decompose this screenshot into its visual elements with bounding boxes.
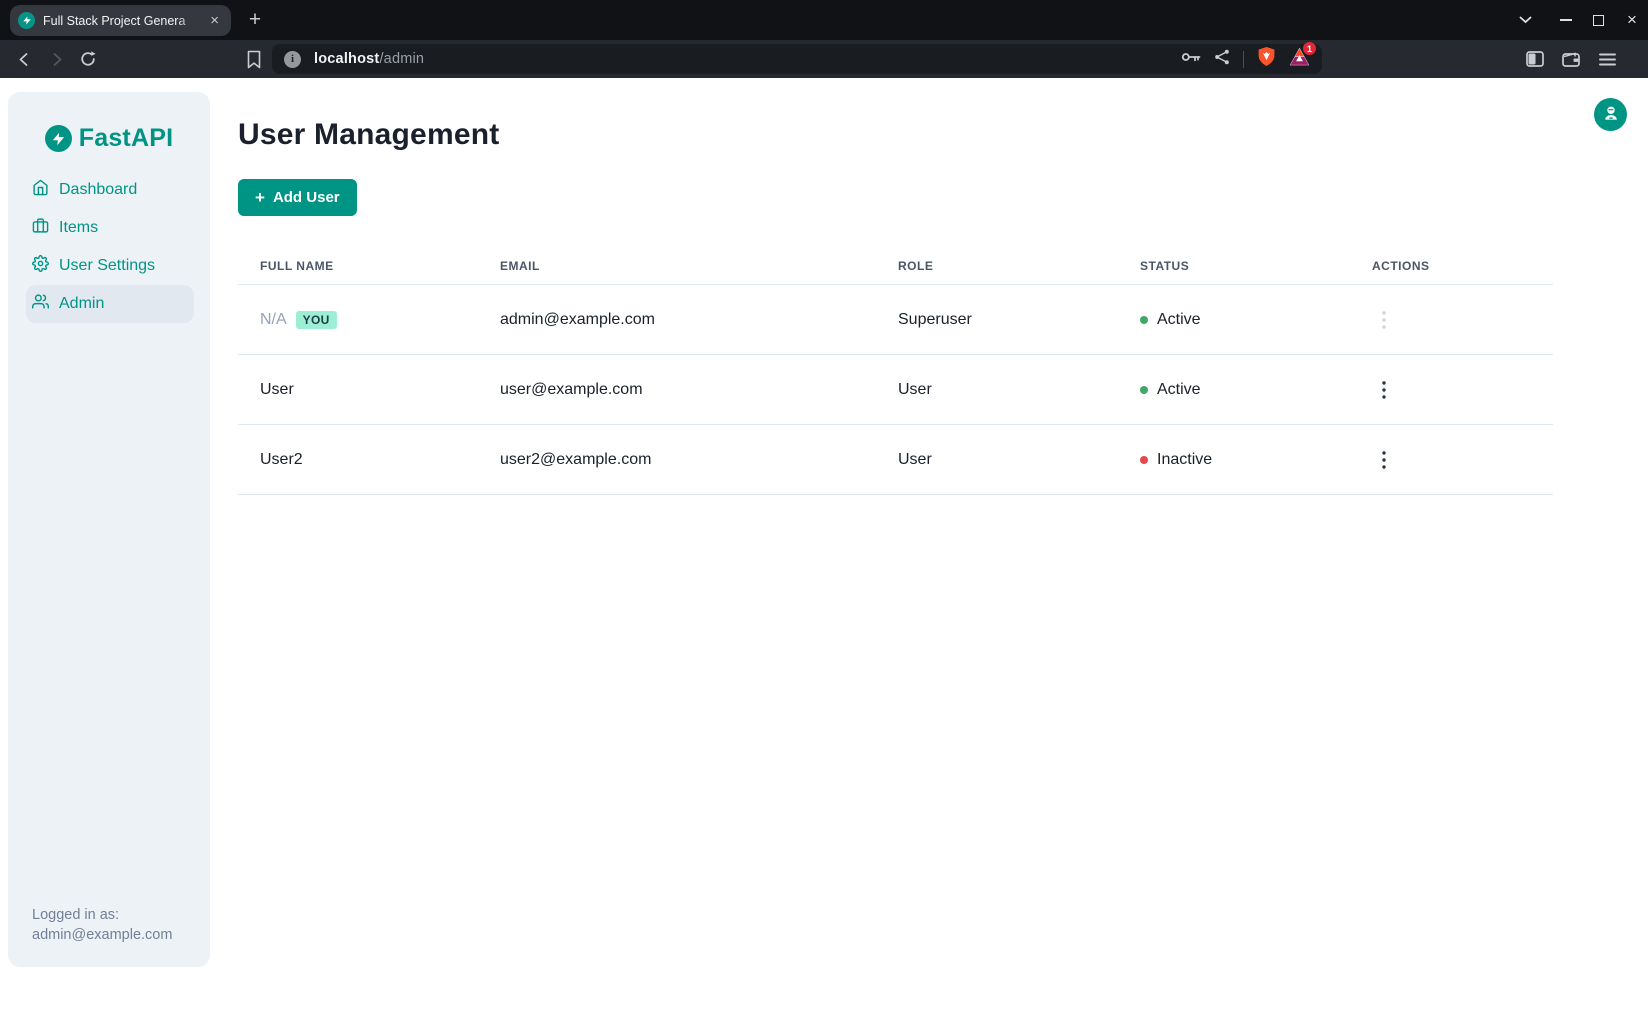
sidebar-toggle-icon[interactable] xyxy=(1522,46,1548,72)
zap-icon xyxy=(45,125,72,152)
reload-button[interactable] xyxy=(74,45,102,73)
briefcase-icon xyxy=(32,217,49,239)
users-icon xyxy=(32,293,49,315)
new-tab-button[interactable]: + xyxy=(243,8,267,32)
site-info-icon[interactable]: i xyxy=(284,51,301,68)
status-cell: Inactive xyxy=(1118,451,1350,469)
wallet-icon[interactable] xyxy=(1558,46,1584,72)
password-key-icon[interactable] xyxy=(1181,50,1201,68)
forward-button[interactable] xyxy=(42,45,70,73)
email-cell: user2@example.com xyxy=(478,451,876,469)
column-header-status: STATUS xyxy=(1118,259,1350,273)
role-cell: User xyxy=(876,451,1118,469)
status-dot xyxy=(1140,456,1148,464)
row-actions-kebab-icon[interactable] xyxy=(1372,446,1396,474)
user-menu-button[interactable] xyxy=(1594,98,1627,131)
sidebar-item-items[interactable]: Items xyxy=(26,209,194,247)
logo-text: FastAPI xyxy=(79,124,173,153)
urlbar-separator xyxy=(1243,51,1244,68)
role-cell: Superuser xyxy=(876,311,1118,329)
tab-title: Full Stack Project Genera xyxy=(43,14,206,28)
add-user-button[interactable]: + Add User xyxy=(238,179,357,216)
gear-icon xyxy=(32,255,49,277)
full-name-value: N/A xyxy=(260,311,287,329)
column-header-email: EMAIL xyxy=(478,259,876,273)
app-sidebar: FastAPI Dashboard Items User Settings xyxy=(8,92,210,967)
url-path: /admin xyxy=(379,51,424,67)
home-icon xyxy=(32,179,49,201)
page-title: User Management xyxy=(238,118,1648,152)
user-avatar-icon xyxy=(1602,104,1620,125)
urlbar-actions: 1 xyxy=(1181,46,1310,72)
email-cell: user@example.com xyxy=(478,381,876,399)
row-actions-kebab-icon[interactable] xyxy=(1372,376,1396,404)
browser-toolbar: i localhost/admin 1 xyxy=(0,40,1648,78)
main-content: User Management + Add User FULL NAME EMA… xyxy=(210,78,1648,1025)
sidebar-item-admin[interactable]: Admin xyxy=(26,285,194,323)
actions-cell xyxy=(1350,446,1553,474)
status-dot xyxy=(1140,386,1148,394)
full-name-cell: User2 xyxy=(238,451,478,469)
share-icon[interactable] xyxy=(1214,49,1230,70)
url-text[interactable]: localhost/admin xyxy=(314,51,424,67)
plus-icon: + xyxy=(255,189,265,206)
tab-search-chevron-down-icon[interactable] xyxy=(1513,8,1537,32)
fastapi-logo: FastAPI xyxy=(8,124,210,153)
full-name-cell: N/A YOU xyxy=(238,311,478,329)
url-bar[interactable]: i localhost/admin 1 xyxy=(272,44,1322,74)
status-value: Active xyxy=(1157,311,1201,329)
fastapi-favicon-icon xyxy=(18,12,35,29)
table-header-row: FULL NAME EMAIL ROLE STATUS ACTIONS xyxy=(238,247,1553,285)
actions-cell xyxy=(1350,376,1553,404)
sidebar-item-label: Admin xyxy=(59,295,104,313)
sidebar-item-dashboard[interactable]: Dashboard xyxy=(26,171,194,209)
brave-shield-icon[interactable] xyxy=(1257,46,1276,72)
column-header-full-name: FULL NAME xyxy=(238,259,478,273)
tab-close-icon[interactable]: × xyxy=(206,11,223,30)
logged-in-label: Logged in as: xyxy=(32,905,172,925)
role-cell: User xyxy=(876,381,1118,399)
maximize-button[interactable] xyxy=(1586,8,1610,32)
column-header-actions: ACTIONS xyxy=(1350,259,1553,273)
add-user-label: Add User xyxy=(273,189,340,206)
sidebar-item-label: Items xyxy=(59,219,98,237)
close-window-button[interactable]: × xyxy=(1620,8,1644,32)
sidebar-item-user-settings[interactable]: User Settings xyxy=(26,247,194,285)
bookmark-icon[interactable] xyxy=(246,50,262,69)
brave-rewards-icon[interactable]: 1 xyxy=(1289,47,1310,71)
full-name-cell: User xyxy=(238,381,478,399)
you-badge: YOU xyxy=(296,311,337,329)
toolbar-right xyxy=(1522,46,1638,72)
sidebar-nav: Dashboard Items User Settings Admin xyxy=(8,171,210,323)
column-header-role: ROLE xyxy=(876,259,1118,273)
rewards-badge: 1 xyxy=(1303,42,1316,55)
app-page: FastAPI Dashboard Items User Settings xyxy=(0,78,1648,1025)
status-value: Inactive xyxy=(1157,451,1212,469)
sidebar-item-label: User Settings xyxy=(59,257,155,275)
browser-tab-bar: Full Stack Project Genera × + × xyxy=(0,0,1648,40)
table-row: User user@example.com User Active xyxy=(238,355,1553,425)
back-button[interactable] xyxy=(10,45,38,73)
email-cell: admin@example.com xyxy=(478,311,876,329)
row-actions-kebab-icon xyxy=(1372,306,1396,334)
browser-tab[interactable]: Full Stack Project Genera × xyxy=(10,5,231,36)
users-table: FULL NAME EMAIL ROLE STATUS ACTIONS N/A … xyxy=(238,247,1553,495)
url-host: localhost xyxy=(314,51,379,67)
logged-in-info: Logged in as: admin@example.com xyxy=(32,905,172,945)
status-cell: Active xyxy=(1118,311,1350,329)
sidebar-item-label: Dashboard xyxy=(59,181,137,199)
status-cell: Active xyxy=(1118,381,1350,399)
actions-cell xyxy=(1350,306,1553,334)
minimize-button[interactable] xyxy=(1554,8,1578,32)
status-value: Active xyxy=(1157,381,1201,399)
status-dot xyxy=(1140,316,1148,324)
table-row: User2 user2@example.com User Inactive xyxy=(238,425,1553,495)
window-controls: × xyxy=(1513,0,1648,40)
menu-hamburger-icon[interactable] xyxy=(1594,46,1620,72)
table-row: N/A YOU admin@example.com Superuser Acti… xyxy=(238,285,1553,355)
logged-in-email: admin@example.com xyxy=(32,925,172,945)
